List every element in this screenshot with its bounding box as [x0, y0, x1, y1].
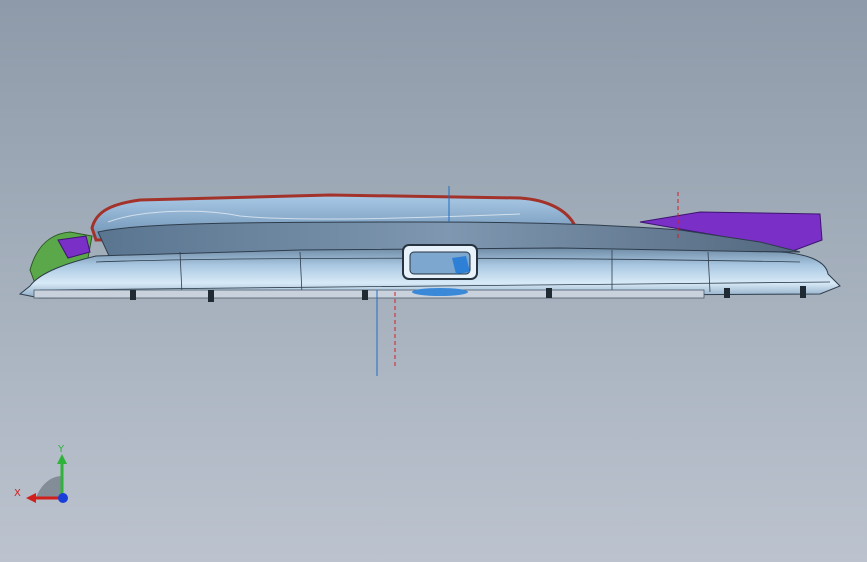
bottom-oval [412, 288, 468, 296]
triad-x-label: X [14, 488, 21, 499]
triad-plane-icon [36, 476, 62, 498]
triad-x-arrow-icon [26, 493, 36, 503]
cad-viewport[interactable]: Y X [0, 0, 867, 562]
triad-y-arrow-icon [57, 454, 67, 464]
cad-model[interactable] [0, 0, 867, 562]
triad-y-label: Y [57, 444, 65, 455]
orientation-triad[interactable]: Y X [10, 436, 90, 516]
triad-z-axis-icon [58, 493, 68, 503]
